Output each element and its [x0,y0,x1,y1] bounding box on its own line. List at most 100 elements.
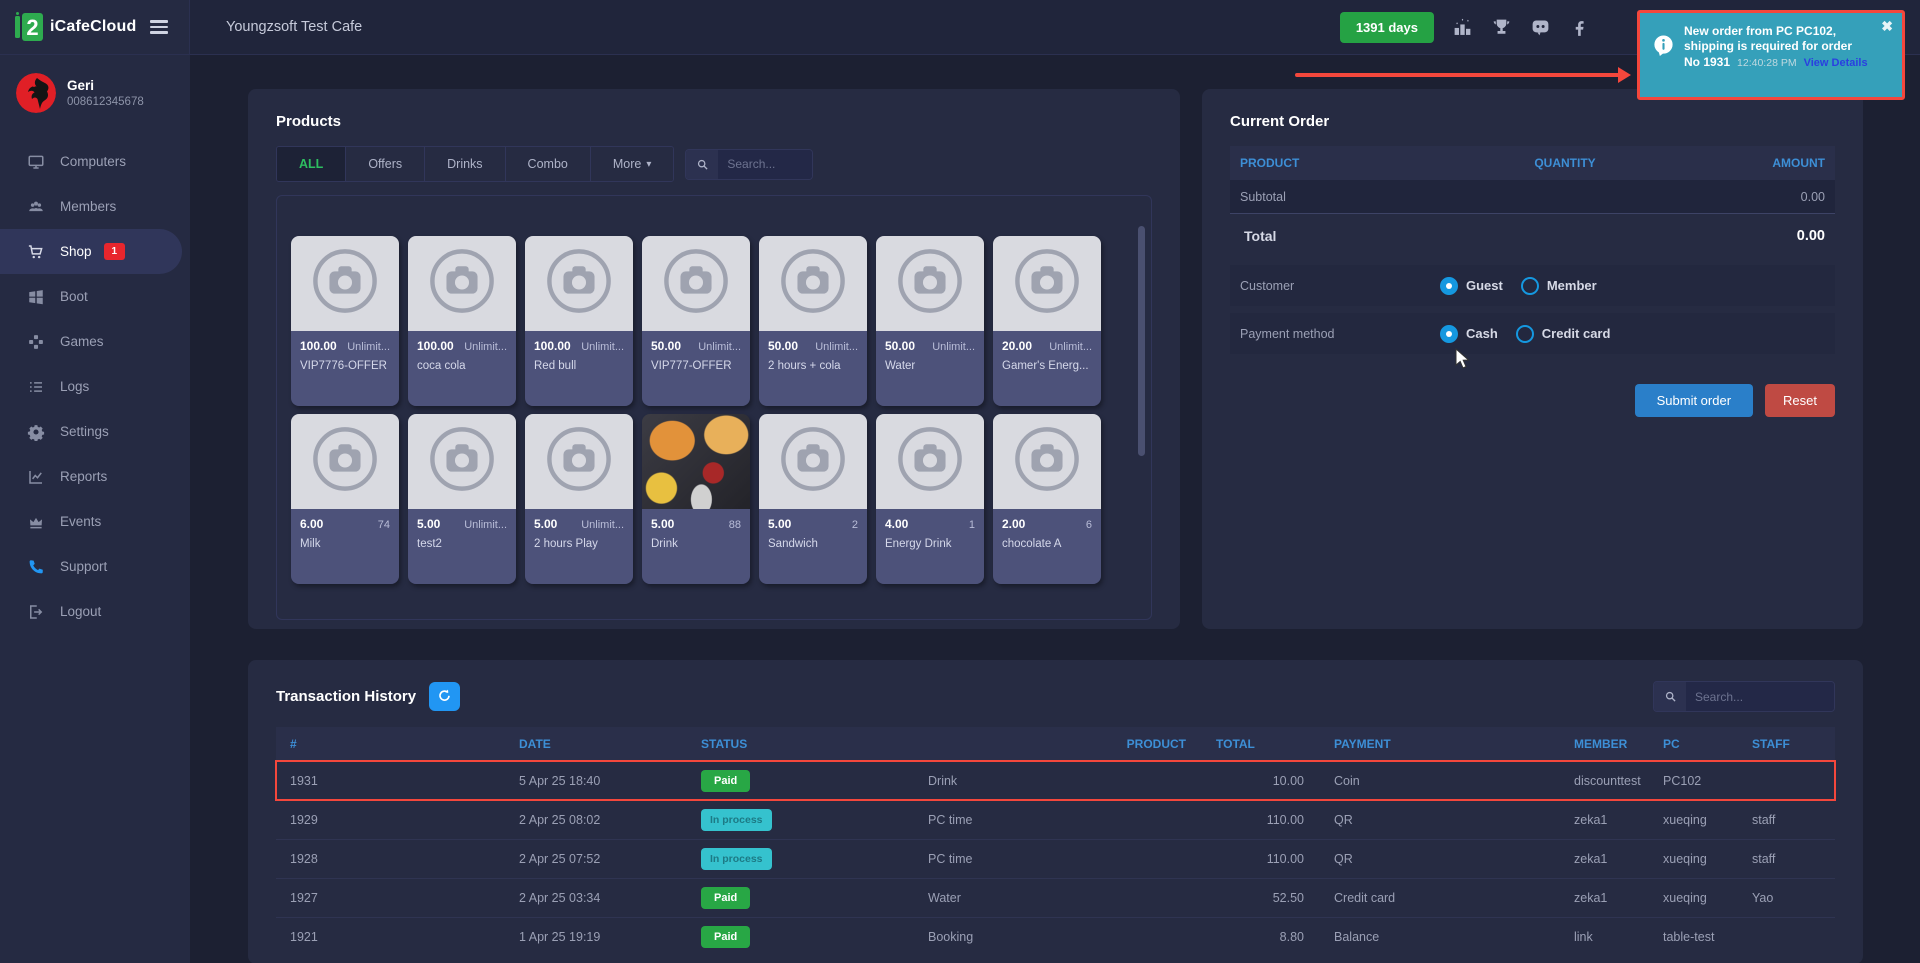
search-icon[interactable] [686,150,718,179]
product-price: 20.00 [1002,339,1032,353]
product-card[interactable]: 5.00 2 Sandwich [759,414,867,584]
product-image [993,236,1101,331]
product-card[interactable]: 5.00 88 Drink [642,414,750,584]
sidebar-item[interactable]: Support [0,544,182,589]
cell-pc: xueqing [1649,839,1738,878]
product-image [642,414,750,509]
product-card[interactable]: 50.00 Unlimit... 2 hours + cola [759,236,867,406]
sidebar-item-label: Reports [60,469,107,484]
camera-placeholder-icon [1010,244,1084,323]
cell-total: 110.00 [1202,839,1320,878]
product-card[interactable]: 100.00 Unlimit... Red bull [525,236,633,406]
cafe-name: Youngzsoft Test Cafe [226,19,362,35]
close-icon[interactable]: ✖ [1881,19,1893,33]
product-card[interactable]: 5.00 Unlimit... 2 hours Play [525,414,633,584]
user-profile[interactable]: Geri 008612345678 [0,73,190,113]
cell-member: zeka1 [1560,878,1649,917]
transactions-body: 1931 5 Apr 25 18:40 Paid Drink 10.00 Coi… [276,761,1835,956]
transaction-row[interactable]: 1928 2 Apr 25 07:52 In process PC time 1… [276,839,1835,878]
radio-icon[interactable] [1440,325,1458,343]
view-details-link[interactable]: View Details [1804,57,1868,69]
transaction-row[interactable]: 1929 2 Apr 25 08:02 In process PC time 1… [276,800,1835,839]
product-card[interactable]: 50.00 Unlimit... VIP777-OFFER [642,236,750,406]
payment-radio-option[interactable]: Cash [1440,325,1498,343]
product-card[interactable]: 6.00 74 Milk [291,414,399,584]
sidebar-item-label: Boot [60,289,88,304]
product-card[interactable]: 20.00 Unlimit... Gamer's Energ... [993,236,1101,406]
sidebar-item[interactable]: Logs [0,364,182,409]
category-tab[interactable]: More ▾ [591,147,674,181]
sidebar-item-icon [27,333,45,351]
transaction-row[interactable]: 1921 1 Apr 25 19:19 Paid Booking 8.80 Ba… [276,917,1835,956]
product-stock: Unlimit... [581,519,624,531]
sidebar-item[interactable]: Reports [0,454,182,499]
cell-date: 2 Apr 25 08:02 [505,800,687,839]
product-card[interactable]: 50.00 Unlimit... Water [876,236,984,406]
product-card[interactable]: 100.00 Unlimit... VIP7776-OFFER [291,236,399,406]
radio-icon[interactable] [1440,277,1458,295]
transactions-search-input[interactable] [1686,682,1834,711]
search-icon[interactable] [1654,682,1686,711]
topbar-icon[interactable] [1491,17,1512,38]
product-stock: Unlimit... [464,341,507,353]
product-card[interactable]: 100.00 Unlimit... coca cola [408,236,516,406]
hamburger-menu-icon[interactable] [150,17,168,37]
products-grid: 100.00 Unlimit... VIP7776-OFFER [291,236,1151,584]
sidebar-item[interactable]: Computers [0,139,182,184]
cell-pc: xueqing [1649,800,1738,839]
product-name: 2 hours Play [534,538,624,550]
cell-product: PC time [914,839,1202,878]
category-tab[interactable]: Offers [346,147,425,181]
transaction-row[interactable]: 1931 5 Apr 25 18:40 Paid Drink 10.00 Coi… [276,761,1835,800]
submit-order-button[interactable]: Submit order [1635,384,1753,417]
topbar-icon[interactable] [1569,17,1590,38]
customer-radio-option[interactable]: Member [1521,277,1597,295]
cell-staff [1738,917,1835,956]
products-scrollbar[interactable] [1138,226,1145,456]
sidebar-item[interactable]: Games [0,319,182,364]
sidebar-item[interactable]: Settings [0,409,182,454]
product-card[interactable]: 4.00 1 Energy Drink [876,414,984,584]
sidebar-item[interactable]: Members [0,184,182,229]
product-price: 100.00 [300,339,337,353]
camera-placeholder-icon [893,244,967,323]
user-phone: 008612345678 [67,96,144,108]
category-tab[interactable]: Combo [506,147,591,181]
category-tab[interactable]: Drinks [425,147,505,181]
radio-icon[interactable] [1516,325,1534,343]
product-name: Milk [300,538,390,550]
order-table-header: PRODUCT QUANTITY AMOUNT [1230,146,1835,180]
product-card[interactable]: 2.00 6 chocolate A [993,414,1101,584]
products-search-input[interactable] [718,150,812,179]
product-name: Sandwich [768,538,858,550]
cell-staff: staff [1738,839,1835,878]
product-image [408,236,516,331]
product-image [759,236,867,331]
subscription-days-badge[interactable]: 1391 days [1340,12,1434,43]
product-name: Gamer's Energ... [1002,360,1092,372]
topbar-icon[interactable] [1530,17,1551,38]
sidebar-item[interactable]: Logout [0,589,182,634]
topbar-icon[interactable] [1452,17,1473,38]
transaction-row[interactable]: 1927 2 Apr 25 03:34 Paid Water 52.50 Cre… [276,878,1835,917]
sidebar-item-icon [27,243,45,261]
product-card[interactable]: 5.00 Unlimit... test2 [408,414,516,584]
reset-button[interactable]: Reset [1765,384,1835,417]
sidebar-item[interactable]: Boot [0,274,182,319]
sidebar-item[interactable]: Shop 1 [0,229,182,274]
sidebar-item[interactable]: Events [0,499,182,544]
radio-icon[interactable] [1521,277,1539,295]
payment-radio-option[interactable]: Credit card [1516,325,1611,343]
cell-id: 1928 [276,839,505,878]
product-stock: Unlimit... [1049,341,1092,353]
refresh-button[interactable] [429,682,460,711]
new-order-notification-toast: ✖ New order from PC PC102, shipping is r… [1637,10,1905,100]
status-badge: Paid [701,770,750,792]
sidebar-item-label: Support [60,559,107,574]
sidebar-item-icon [27,558,45,576]
status-badge: Paid [701,887,750,909]
category-tab[interactable]: ALL [277,147,346,181]
camera-placeholder-icon [893,422,967,501]
customer-radio-option[interactable]: Guest [1440,277,1503,295]
product-name: test2 [417,538,507,550]
